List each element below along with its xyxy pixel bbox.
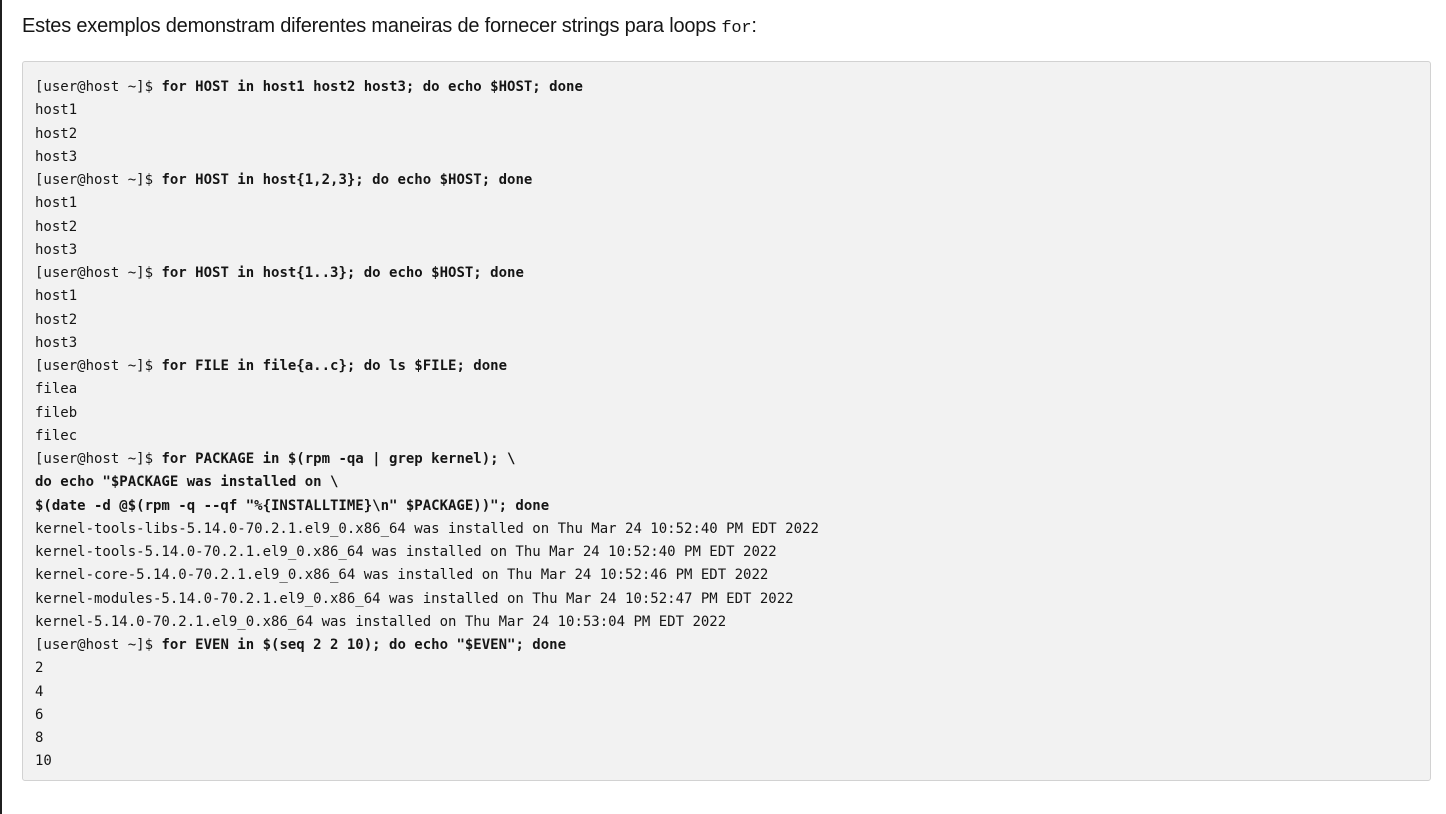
code-line: host1 xyxy=(35,285,1418,308)
command-output: kernel-tools-5.14.0-70.2.1.el9_0.x86_64 … xyxy=(35,544,777,560)
command-output: host1 xyxy=(35,102,78,119)
code-line: do echo "$PACKAGE was installed on \ xyxy=(35,471,1418,494)
command-output: kernel-5.14.0-70.2.1.el9_0.x86_64 was in… xyxy=(35,613,727,630)
code-line: [user@host ~]$ for HOST in host{1,2,3}; … xyxy=(35,169,1418,192)
command-output: 2 xyxy=(35,660,44,677)
shell-prompt: [user@host ~]$ xyxy=(35,79,162,95)
command-output: host3 xyxy=(35,148,78,165)
code-line: kernel-tools-5.14.0-70.2.1.el9_0.x86_64 … xyxy=(35,541,1418,564)
command-output: 8 xyxy=(35,730,44,746)
shell-command: for HOST in host1 host2 host3; do echo $… xyxy=(161,79,583,95)
command-output: kernel-tools-libs-5.14.0-70.2.1.el9_0.x8… xyxy=(35,520,819,537)
code-line: host2 xyxy=(35,309,1418,332)
code-line: [user@host ~]$ for FILE in file{a..c}; d… xyxy=(35,355,1418,378)
shell-command: for EVEN in $(seq 2 2 10); do echo "$EVE… xyxy=(161,637,567,653)
code-line: host3 xyxy=(35,239,1418,262)
shell-prompt: [user@host ~]$ xyxy=(35,172,162,188)
code-line: 6 xyxy=(35,704,1418,727)
shell-command: $(date -d @$(rpm -q --qf "%{INSTALLTIME}… xyxy=(35,497,550,514)
shell-command: do echo "$PACKAGE was installed on \ xyxy=(35,474,339,491)
code-line: host2 xyxy=(35,123,1418,146)
inline-code-for: for xyxy=(721,19,752,38)
code-line: fileb xyxy=(35,402,1418,425)
command-output: host2 xyxy=(35,218,78,235)
command-output: fileb xyxy=(35,404,78,421)
code-line: host3 xyxy=(35,332,1418,355)
code-line: 10 xyxy=(35,750,1418,773)
code-line: $(date -d @$(rpm -q --qf "%{INSTALLTIME}… xyxy=(35,495,1418,518)
code-line: 8 xyxy=(35,727,1418,750)
command-output: filec xyxy=(35,427,78,444)
code-line: 4 xyxy=(35,681,1418,704)
command-output: host1 xyxy=(35,288,78,305)
code-line: kernel-5.14.0-70.2.1.el9_0.x86_64 was in… xyxy=(35,611,1418,634)
command-output: kernel-modules-5.14.0-70.2.1.el9_0.x86_6… xyxy=(35,590,794,607)
code-line: kernel-modules-5.14.0-70.2.1.el9_0.x86_6… xyxy=(35,588,1418,611)
command-output: filea xyxy=(35,381,78,398)
command-output: host2 xyxy=(35,125,78,142)
code-line: host3 xyxy=(35,146,1418,169)
shell-prompt: [user@host ~]$ xyxy=(35,265,162,281)
command-output: host1 xyxy=(35,195,78,212)
shell-prompt: [user@host ~]$ xyxy=(35,637,162,653)
code-line: host1 xyxy=(35,99,1418,122)
code-line: filea xyxy=(35,378,1418,401)
code-line: [user@host ~]$ for HOST in host{1..3}; d… xyxy=(35,262,1418,285)
code-line: kernel-tools-libs-5.14.0-70.2.1.el9_0.x8… xyxy=(35,518,1418,541)
command-output: 4 xyxy=(35,683,44,700)
code-block[interactable]: [user@host ~]$ for HOST in host1 host2 h… xyxy=(22,61,1431,781)
intro-suffix: : xyxy=(751,15,757,37)
page-left-border xyxy=(0,0,2,814)
code-line: filec xyxy=(35,425,1418,448)
intro-paragraph: Estes exemplos demonstram diferentes man… xyxy=(22,12,757,43)
command-output: host3 xyxy=(35,334,78,351)
code-line: kernel-core-5.14.0-70.2.1.el9_0.x86_64 w… xyxy=(35,564,1418,587)
intro-text: Estes exemplos demonstram diferentes man… xyxy=(22,15,722,37)
command-output: host2 xyxy=(35,311,78,328)
code-line: [user@host ~]$ for EVEN in $(seq 2 2 10)… xyxy=(35,634,1418,657)
code-line: [user@host ~]$ for PACKAGE in $(rpm -qa … xyxy=(35,448,1418,471)
code-line: host2 xyxy=(35,216,1418,239)
shell-prompt: [user@host ~]$ xyxy=(35,451,162,467)
shell-command: for HOST in host{1..3}; do echo $HOST; d… xyxy=(161,265,524,281)
shell-prompt: [user@host ~]$ xyxy=(35,358,162,374)
shell-command: for PACKAGE in $(rpm -qa | grep kernel);… xyxy=(161,451,516,467)
shell-command: for FILE in file{a..c}; do ls $FILE; don… xyxy=(161,358,508,374)
code-line: [user@host ~]$ for HOST in host1 host2 h… xyxy=(35,76,1418,99)
command-output: 6 xyxy=(35,706,44,723)
code-line: host1 xyxy=(35,192,1418,215)
shell-command: for HOST in host{1,2,3}; do echo $HOST; … xyxy=(161,172,533,188)
command-output: 10 xyxy=(35,753,52,770)
command-output: host3 xyxy=(35,241,78,258)
code-line: 2 xyxy=(35,657,1418,680)
command-output: kernel-core-5.14.0-70.2.1.el9_0.x86_64 w… xyxy=(35,567,769,584)
